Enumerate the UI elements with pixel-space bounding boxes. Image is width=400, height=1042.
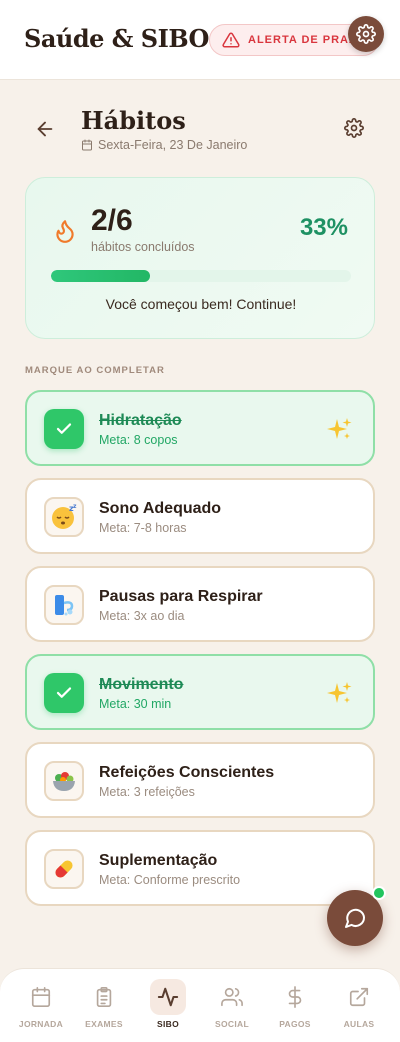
page-header: Hábitos Sexta-Feira, 23 De Janeiro [0,100,400,160]
habit-card-sono[interactable]: z z Sono Adequado Meta: 7-8 horas [25,478,375,554]
progress-bar [51,270,351,282]
top-bar: Saúde & SIBO ALERTA DE PRAZO [0,0,400,80]
habit-title: Suplementação [99,852,218,869]
bottom-navigation: JORNADA EXAMES SIBO SOCIAL PAGOS AULAS [0,968,400,1042]
habit-title: Hidratação [99,412,182,429]
page-title: Hábitos [81,106,186,135]
flame-icon [56,220,74,243]
check-icon [56,423,72,434]
calendar-icon [31,987,51,1007]
nav-label: PAGOS [279,1019,311,1029]
nav-item-social[interactable]: SOCIAL [199,969,265,1042]
sparkles-icon [327,418,352,439]
nav-item-sibo[interactable]: SIBO [135,969,201,1042]
habit-card-respirar[interactable]: Pausas para Respirar Meta: 3x ao dia [25,566,375,642]
progress-fill [51,270,150,282]
sparkles-icon [327,682,352,703]
dollar-icon [288,986,302,1008]
completed-count: 2/6 [91,204,133,237]
app-title: Saúde & SIBO [24,24,209,53]
habit-title: Sono Adequado [99,500,222,517]
habit-title: Pausas para Respirar [99,588,263,605]
habit-card-suplementacao[interactable]: Suplementação Meta: Conforme prescrito [25,830,375,906]
habit-card-movimento[interactable]: Movimento Meta: 30 min [25,654,375,730]
habit-checkbox[interactable] [44,585,84,625]
habit-card-refeicoes[interactable]: Refeições Conscientes Meta: 3 refeições [25,742,375,818]
nav-label: SIBO [157,1019,179,1029]
gear-icon [356,24,376,44]
habit-checkbox[interactable] [44,673,84,713]
warning-icon [222,32,240,48]
date-row: Sexta-Feira, 23 De Janeiro [81,138,247,152]
habits-settings-button[interactable] [344,118,366,140]
clipboard-icon [96,987,112,1007]
nav-label: JORNADA [18,1019,64,1029]
wind-icon [55,595,74,616]
habit-checkbox[interactable] [44,849,84,889]
nav-item-aulas[interactable]: AULAS [326,969,392,1042]
check-icon [56,687,72,698]
habit-goal: Meta: 3x ao dia [99,609,185,623]
back-button[interactable] [34,118,56,140]
salad-bowl-icon [53,772,75,791]
pill-icon [55,860,73,878]
habit-checkbox[interactable]: z z [44,497,84,537]
habit-title: Movimento [99,676,184,693]
nav-item-jornada[interactable]: JORNADA [8,969,74,1042]
habit-goal: Meta: 7-8 horas [99,521,187,535]
current-date: Sexta-Feira, 23 De Janeiro [98,138,248,152]
habit-goal: Meta: 8 copos [99,433,178,447]
progress-summary-card: 2/6 hábitos concluídos 33% Você começou … [25,177,375,339]
app-settings-button[interactable] [348,16,384,52]
habit-goal: Meta: 30 min [99,697,172,711]
completed-label: hábitos concluídos [91,240,195,254]
nav-label: SOCIAL [215,1019,249,1029]
external-link-icon [349,987,369,1007]
habit-checkbox[interactable] [44,409,84,449]
sleeping-face-icon: z z [52,503,77,529]
encouragement-message: Você começou bem! Continue! [105,296,297,312]
chat-bubble-icon [345,908,366,928]
nav-item-exames[interactable]: EXAMES [71,969,137,1042]
habit-checkbox[interactable] [44,761,84,801]
activity-icon [157,987,179,1007]
habit-goal: Meta: 3 refeições [99,785,195,799]
habit-goal: Meta: Conforme prescrito [99,873,241,887]
svg-text:z: z [73,503,77,510]
section-label: MARQUE AO COMPLETAR [25,365,165,376]
users-icon [221,987,243,1007]
gear-icon [344,118,364,138]
nav-item-pagos[interactable]: PAGOS [262,969,328,1042]
nav-label: AULAS [343,1019,375,1029]
completion-percent: 33% [299,214,348,241]
habit-card-hidratacao[interactable]: Hidratação Meta: 8 copos [25,390,375,466]
arrow-left-icon [37,121,53,137]
nav-label: EXAMES [85,1019,123,1029]
habit-title: Refeições Conscientes [99,764,275,781]
online-status-dot [372,886,386,900]
calendar-small-icon [82,139,92,151]
